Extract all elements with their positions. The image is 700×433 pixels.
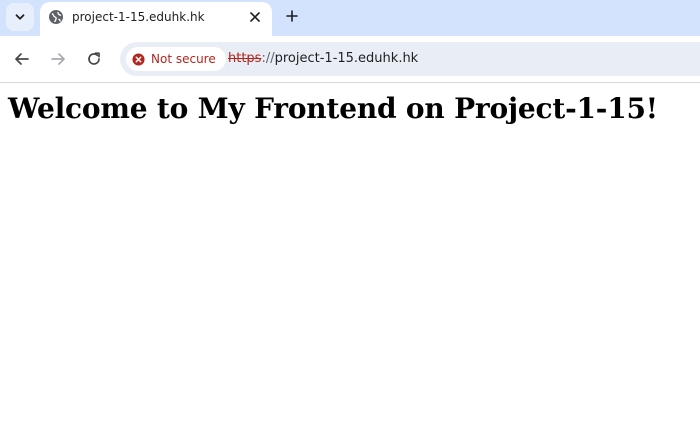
reload-button[interactable] [82,47,106,71]
page-content: Welcome to My Frontend on Project-1-15! [0,83,700,433]
chevron-down-icon [15,14,25,20]
arrow-right-icon [51,53,65,65]
tab-strip: project-1-15.eduhk.hk [0,0,700,36]
arrow-left-icon [15,53,29,65]
browser-window: project-1-15.eduhk.hk Not secure https:/… [0,0,700,433]
active-tab[interactable]: project-1-15.eduhk.hk [40,2,272,36]
error-circle-icon [132,52,145,66]
forward-button[interactable] [46,47,70,71]
tab-search-button[interactable] [6,3,34,31]
tab-close-button[interactable] [246,8,264,26]
plus-icon [286,10,298,22]
url-scheme: https [228,51,262,66]
url-separator: :// [261,51,275,66]
tab-title: project-1-15.eduhk.hk [72,10,205,24]
new-tab-button[interactable] [280,4,304,28]
globe-icon [49,10,63,24]
reload-icon [88,52,100,65]
page-heading: Welcome to My Frontend on Project-1-15! [8,92,658,125]
not-secure-label: Not secure [151,52,216,66]
toolbar: Not secure https://project-1-15.eduhk.hk [0,36,700,83]
back-button[interactable] [10,47,34,71]
url-text[interactable]: https://project-1-15.eduhk.hk [228,51,418,66]
close-icon [250,12,260,22]
address-bar[interactable]: Not secure https://project-1-15.eduhk.hk [120,42,700,76]
url-host: project-1-15.eduhk.hk [274,51,419,66]
security-indicator[interactable]: Not secure [126,47,226,71]
